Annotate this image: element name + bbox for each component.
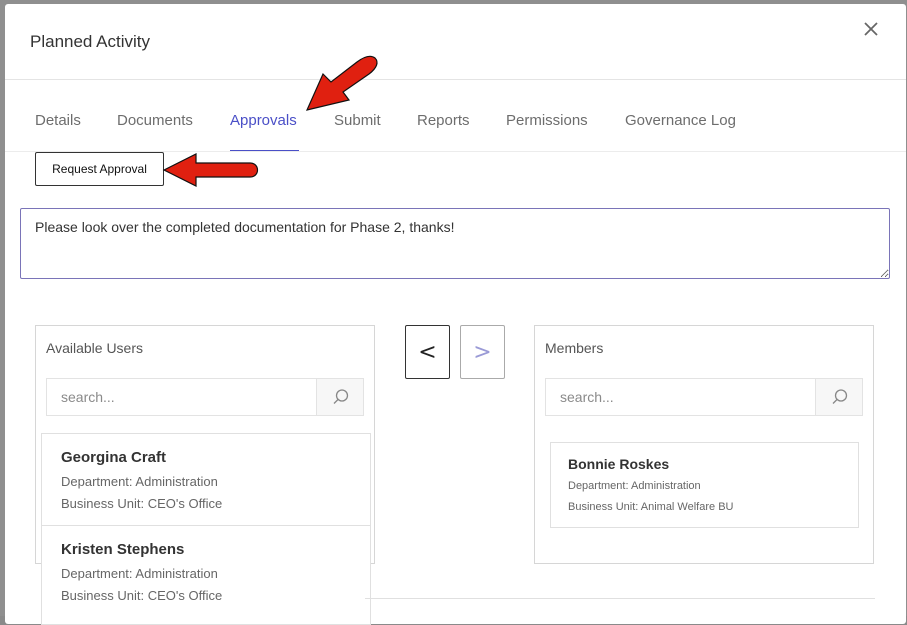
search-icon — [333, 389, 349, 404]
red-arrow-icon — [162, 153, 259, 187]
user-business-unit: Business Unit: CEO's Office — [61, 496, 223, 511]
modal-title: Planned Activity — [30, 32, 151, 51]
tab-documents[interactable]: Documents — [117, 112, 193, 129]
tab-details[interactable]: Details — [35, 112, 81, 129]
search-icon — [832, 389, 848, 404]
tab-submit[interactable]: Submit — [334, 112, 381, 129]
user-name: Kristen Stephens — [61, 541, 185, 558]
tab-approvals[interactable]: Approvals — [230, 112, 297, 129]
available-user-card[interactable]: Kristen Stephens Department: Administrat… — [41, 525, 371, 625]
move-to-members-button[interactable]: > — [460, 325, 505, 379]
member-department: Department: Administration — [568, 480, 701, 492]
members-search-button[interactable] — [815, 379, 862, 415]
members-search — [545, 378, 863, 416]
available-users-search-input[interactable] — [47, 379, 317, 415]
request-approval-button[interactable]: Request Approval — [35, 152, 164, 186]
available-user-card[interactable]: Georgina Craft Department: Administratio… — [41, 433, 371, 526]
member-business-unit: Business Unit: Animal Welfare BU — [568, 501, 734, 513]
member-name: Bonnie Roskes — [568, 456, 670, 472]
available-users-search-button[interactable] — [316, 379, 363, 415]
member-card[interactable]: Bonnie Roskes Department: Administration… — [550, 442, 859, 528]
close-button[interactable] — [860, 18, 882, 40]
user-name: Georgina Craft — [61, 449, 167, 466]
tab-reports[interactable]: Reports — [417, 112, 470, 129]
members-search-input[interactable] — [546, 379, 816, 415]
tab-bar: Details Documents Approvals Submit Repor… — [5, 80, 906, 152]
footer-divider — [365, 598, 875, 599]
available-users-search — [46, 378, 364, 416]
user-department: Department: Administration — [61, 474, 218, 489]
members-title: Members — [545, 340, 604, 356]
user-business-unit: Business Unit: CEO's Office — [61, 588, 223, 603]
tab-permissions[interactable]: Permissions — [506, 112, 588, 129]
move-to-available-button[interactable]: < — [405, 325, 450, 379]
user-department: Department: Administration — [61, 566, 218, 581]
close-icon — [864, 22, 878, 36]
planned-activity-modal: Planned Activity Details Documents Appro… — [5, 4, 906, 625]
members-panel: Members Bonnie Roskes Department: Admini… — [534, 325, 874, 564]
approval-comment-field[interactable]: Please look over the completed documenta… — [20, 208, 890, 279]
available-users-title: Available Users — [46, 340, 144, 356]
red-arrow-icon — [305, 55, 378, 111]
tab-governance-log[interactable]: Governance Log — [625, 112, 736, 129]
